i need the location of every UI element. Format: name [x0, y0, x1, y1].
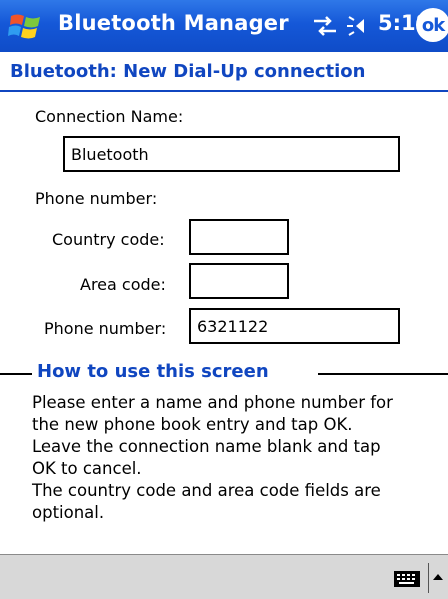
help-text: Please enter a name and phone number for…: [32, 392, 442, 524]
area-code-field[interactable]: [189, 263, 289, 299]
help-line: OK to cancel.: [32, 459, 142, 478]
up-arrow-icon[interactable]: [432, 571, 444, 583]
help-line: Please enter a name and phone number for: [32, 393, 393, 412]
connectivity-arrows-icon[interactable]: [310, 13, 340, 39]
phone-number-label: Phone number:: [44, 319, 167, 338]
page-title: Bluetooth: New Dial-Up connection: [10, 61, 366, 82]
help-line: Leave the connection name blank and tap: [32, 437, 381, 456]
phone-number-field[interactable]: [189, 308, 400, 344]
phone-section-label: Phone number:: [35, 189, 158, 208]
country-code-field[interactable]: [189, 219, 289, 255]
ok-button[interactable]: ok: [416, 8, 448, 42]
help-divider-left: [0, 373, 32, 375]
help-title: How to use this screen: [32, 361, 274, 382]
area-code-label: Area code:: [80, 275, 166, 294]
page-header: Bluetooth: New Dial-Up connection: [0, 52, 448, 92]
help-line: the new phone book entry and tap OK.: [32, 415, 353, 434]
connection-name-label: Connection Name:: [35, 107, 184, 126]
title-bar: Bluetooth Manager 5:18 ok: [0, 0, 448, 52]
speaker-icon[interactable]: [346, 13, 372, 39]
keyboard-icon[interactable]: [393, 570, 421, 588]
connection-name-field[interactable]: [63, 136, 400, 172]
help-line: optional.: [32, 503, 105, 522]
app-title: Bluetooth Manager: [58, 11, 289, 35]
country-code-label: Country code:: [52, 230, 165, 249]
menu-separator: [428, 563, 429, 593]
help-line: The country code and area code fields ar…: [32, 481, 381, 500]
windows-flag-icon[interactable]: [8, 10, 44, 42]
menu-bar: [0, 554, 448, 599]
help-divider-right: [318, 373, 448, 375]
